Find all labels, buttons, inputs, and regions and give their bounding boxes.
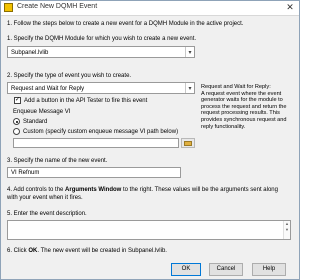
step2-label: 2. Specify the type of event you wish to…: [7, 73, 132, 79]
description-scrollbar[interactable]: ▲ ▼: [283, 221, 290, 239]
labview-app-icon: [4, 3, 13, 12]
step3-label: 3. Specify the name of the new event.: [7, 158, 108, 164]
radio-standard-label: Standard: [23, 119, 48, 125]
enqueue-label: Enqueue Message VI: [13, 109, 71, 115]
step6-label: 6. Click OK. The new event will be creat…: [7, 247, 167, 255]
step4-line2: with your event when it fires.: [7, 195, 83, 201]
ok-button[interactable]: OK: [171, 263, 201, 276]
cancel-button[interactable]: Cancel: [209, 263, 243, 276]
step4-label: 4. Add controls to the Arguments Window …: [7, 186, 278, 194]
chevron-down-icon[interactable]: ▾: [185, 83, 194, 93]
step6-prefix: 6. Click: [7, 248, 29, 254]
step4-prefix: 4. Add controls to the: [7, 187, 66, 193]
browse-button[interactable]: [181, 138, 195, 148]
step6-suffix: . The new event will be created in Subpa…: [37, 248, 167, 254]
api-tester-checkbox-label: Add a button in the API Tester to fire t…: [24, 98, 148, 104]
step4-suffix: to the right. These values will be the a…: [121, 187, 278, 193]
radio-custom[interactable]: [13, 128, 20, 135]
event-type-description: Request and Wait for Reply: A request ev…: [201, 84, 293, 130]
module-select[interactable]: Subpanel.lvlib ▾: [7, 46, 195, 58]
radio-standard[interactable]: [13, 118, 20, 125]
event-type-select-value: Request and Wait for Reply: [11, 86, 85, 92]
step1-label: 1. Specify the DQMH Module for which you…: [7, 36, 197, 42]
help-button[interactable]: Help: [252, 263, 286, 276]
dialog-window: Create New DQMH Event ✕ 1. Follow the st…: [0, 0, 300, 280]
step5-label: 5. Enter the event description.: [7, 211, 87, 217]
radio-custom-label: Custom (specify custom enqueue message V…: [23, 129, 179, 135]
arguments-window-link: Arguments Window: [65, 187, 122, 193]
api-tester-checkbox[interactable]: ✓: [14, 97, 21, 104]
event-type-select[interactable]: Request and Wait for Reply ▾: [7, 82, 195, 94]
close-icon[interactable]: ✕: [284, 2, 296, 13]
chevron-down-icon[interactable]: ▾: [185, 47, 194, 57]
intro-text: 1. Follow the steps below to create a ne…: [7, 21, 244, 27]
event-name-input[interactable]: VI Refnum: [7, 167, 181, 178]
event-description-input[interactable]: ▲ ▼: [7, 220, 291, 240]
folder-icon: [184, 140, 192, 146]
window-title: Create New DQMH Event: [17, 3, 98, 10]
description-body: A request event where the event generato…: [201, 90, 287, 130]
step6-ok: OK: [28, 248, 38, 254]
description-heading: Request and Wait for Reply:: [201, 84, 271, 90]
custom-path-input[interactable]: [13, 138, 179, 148]
module-select-value: Subpanel.lvlib: [11, 50, 49, 56]
event-name-value: VI Refnum: [11, 170, 40, 176]
title-bar: Create New DQMH Event ✕: [1, 1, 299, 16]
